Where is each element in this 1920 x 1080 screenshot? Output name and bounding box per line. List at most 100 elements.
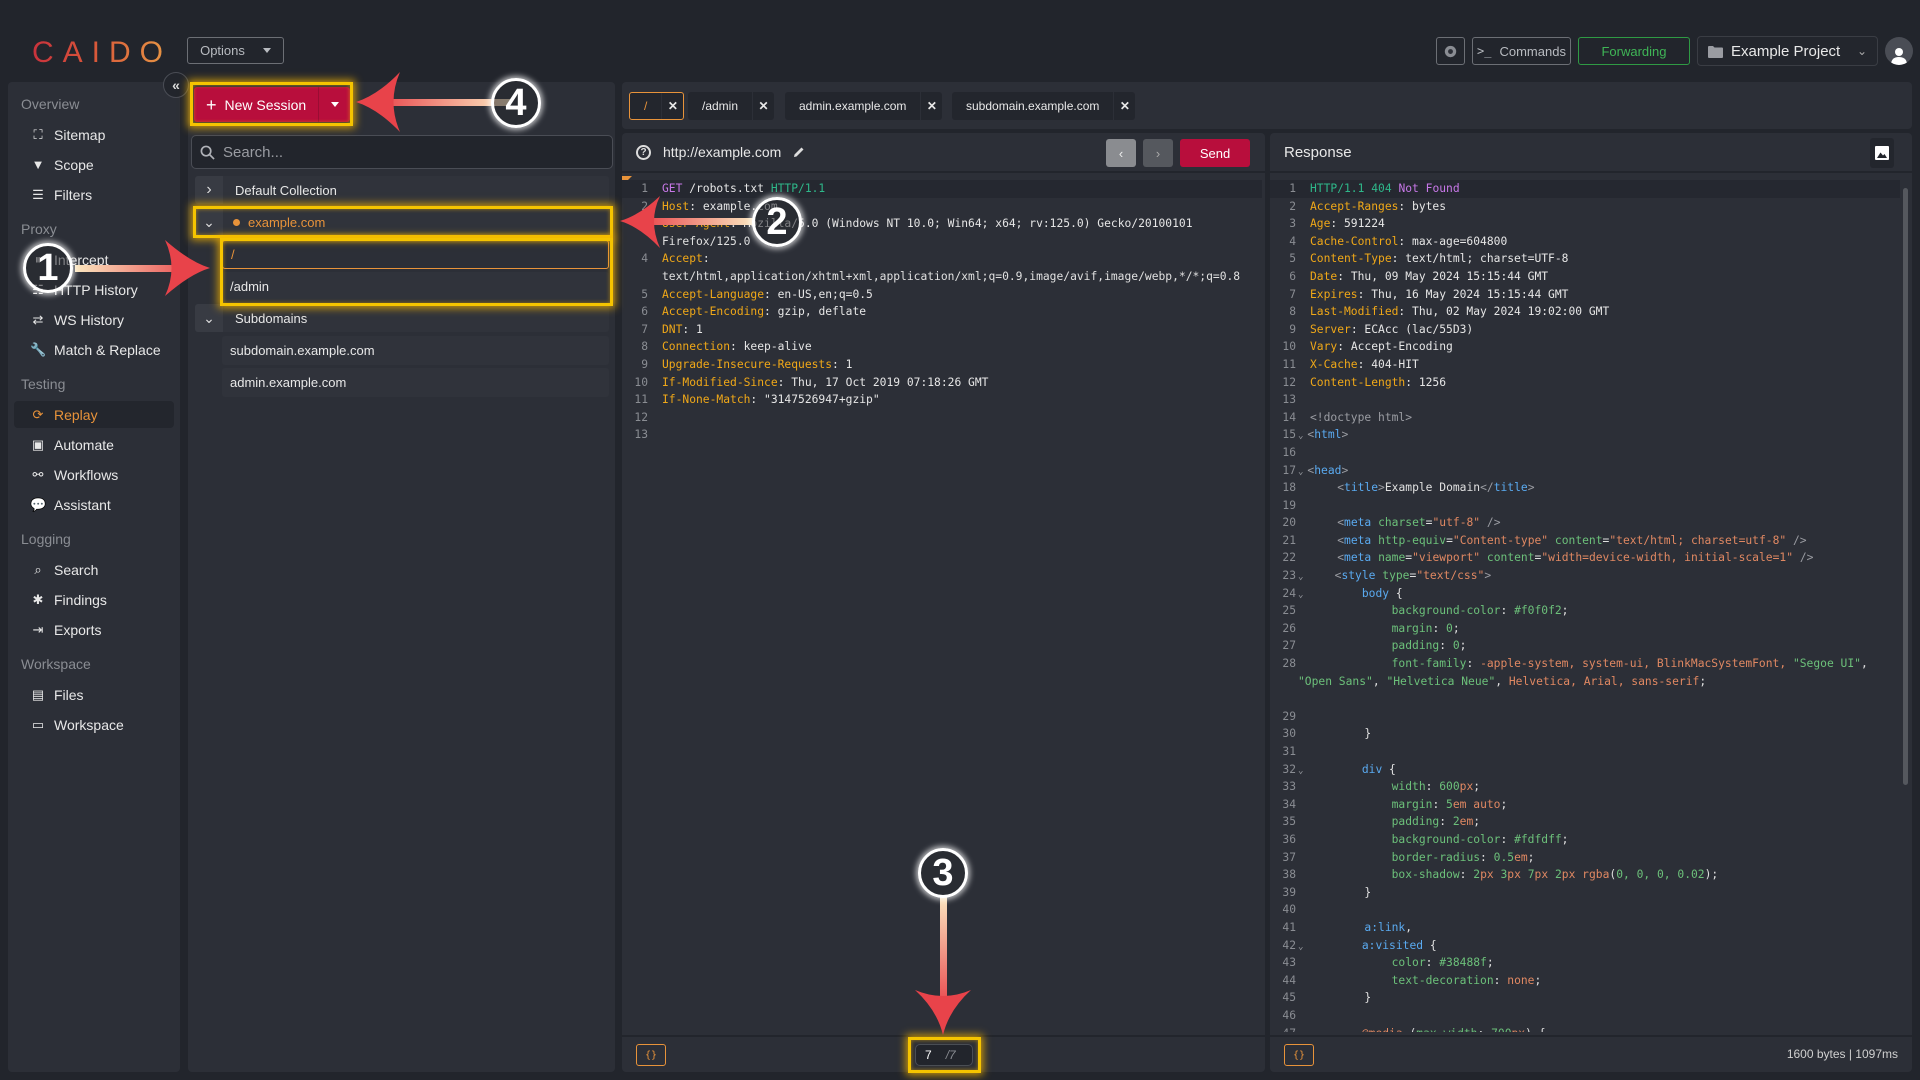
chevron-right-icon[interactable]: › [195, 176, 223, 204]
line-number: 44 [1282, 973, 1296, 987]
pretty-format-button[interactable]: {} [1284, 1044, 1314, 1066]
request-url[interactable]: http://example.com [663, 144, 781, 160]
send-button[interactable]: Send [1180, 139, 1250, 167]
sidebar-item-search[interactable]: ⌕ Search [14, 556, 174, 583]
new-session-main[interactable]: + New Session [194, 87, 318, 122]
header-name: Cache-Control [1310, 234, 1399, 248]
code-line: 26 margin: 0; [1270, 620, 1900, 638]
close-icon[interactable]: ✕ [1113, 92, 1135, 120]
pretty-format-button[interactable]: {} [636, 1044, 666, 1066]
session-search[interactable] [191, 135, 613, 169]
project-selector[interactable]: Example Project ⌄ [1697, 36, 1878, 66]
sidebar-item-ws-history[interactable]: ⇄ WS History [14, 306, 174, 333]
header-name: If-Modified-Since [662, 375, 778, 389]
sidebar-item-assistant[interactable]: 💬 Assistant [14, 491, 174, 518]
pager-current[interactable]: 7 [925, 1048, 932, 1062]
scrollbar-thumb[interactable] [1903, 188, 1908, 785]
fold-chevron-icon[interactable]: ⌄ [1298, 572, 1303, 582]
user-avatar[interactable] [1885, 37, 1913, 65]
search-icon [200, 145, 215, 160]
line-number: 14 [1282, 410, 1296, 424]
code-content: text-decoration: none; [1391, 973, 1542, 987]
fold-chevron-icon[interactable]: ⌄ [1298, 431, 1303, 441]
collection-row[interactable]: › Default Collection [195, 176, 609, 204]
code-line: 40 [1270, 901, 1900, 919]
line-number: 4 [641, 252, 648, 266]
preview-button[interactable] [1870, 138, 1894, 168]
session-item[interactable]: /admin [222, 272, 609, 301]
sidebar-item-match-replace[interactable]: 🔧 Match & Replace [14, 336, 174, 363]
session-item[interactable]: admin.example.com [222, 368, 609, 397]
code-line: 46 [1270, 1007, 1900, 1025]
new-session-button[interactable]: + New Session [194, 87, 350, 122]
sidebar-item-label: Scope [54, 156, 94, 173]
close-icon[interactable]: ✕ [920, 92, 942, 120]
history-prev-button[interactable]: ‹ [1106, 139, 1136, 167]
fold-chevron-icon[interactable]: ⌄ [1298, 942, 1303, 952]
fold-chevron-icon[interactable]: ⌄ [1298, 1030, 1303, 1033]
sidebar-item-sitemap[interactable]: ⛶ Sitemap [14, 121, 174, 148]
history-next-button[interactable]: › [1143, 139, 1173, 167]
code-line: 1 GET /robots.txt HTTP/1.1 [622, 180, 1262, 198]
code-content: margin: 5em auto; [1391, 797, 1508, 811]
session-tab[interactable]: subdomain.example.com ✕ [952, 92, 1136, 120]
sidebar-item-workspace[interactable]: ▭ Workspace [14, 711, 174, 738]
session-search-input[interactable] [223, 143, 583, 161]
history-pager[interactable]: 7 /7 [915, 1044, 973, 1066]
sidebar-item-findings[interactable]: ✱ Findings [14, 586, 174, 613]
code-line: 16 [1270, 444, 1900, 462]
collection-row[interactable]: ⌄ example.com [195, 208, 609, 236]
collapse-sidebar-button[interactable]: « [163, 72, 189, 98]
bug-icon: ✱ [32, 591, 44, 607]
line-number: 2 [1289, 199, 1296, 213]
response-scrollbar[interactable] [1903, 180, 1908, 785]
chevron-down-icon[interactable]: ⌄ [195, 208, 223, 236]
close-icon[interactable]: ✕ [752, 92, 774, 120]
forwarding-toggle[interactable]: Forwarding [1578, 37, 1690, 65]
session-tab[interactable]: / ✕ [629, 92, 685, 120]
new-session-dropdown[interactable] [318, 87, 350, 122]
sidebar-item-scope[interactable]: ▼ Scope [14, 151, 174, 178]
code-content: padding: 0; [1391, 639, 1467, 653]
sidebar-item-files[interactable]: ▤ Files [14, 681, 174, 708]
header-name: Age [1310, 217, 1331, 231]
request-editor[interactable]: 1 GET /robots.txt HTTP/1.1 2 Host: example.… [622, 180, 1262, 444]
header-name: Expires [1310, 287, 1358, 301]
chevron-down-icon[interactable]: ⌄ [195, 304, 223, 332]
header-value: : "3147526947+gzip" [750, 393, 880, 407]
session-tab[interactable]: /admin ✕ [688, 92, 775, 120]
chevron-right-icon: › [1155, 145, 1161, 161]
browser-button[interactable] [1436, 37, 1465, 65]
response-editor[interactable]: 1 HTTP/1.1 404 Not Found 2 Accept-Ranges: b… [1270, 180, 1900, 1032]
help-icon[interactable]: ? [636, 144, 651, 160]
close-icon[interactable]: ✕ [661, 93, 683, 119]
header-name: Host [662, 199, 690, 213]
sidebar-item-workflows[interactable]: ⚯ Workflows [14, 461, 174, 488]
fold-chevron-icon[interactable]: ⌄ [1298, 590, 1303, 600]
session-item[interactable]: subdomain.example.com [222, 336, 609, 365]
line-number: 23 [1282, 569, 1296, 583]
fold-chevron-icon[interactable]: ⌄ [1298, 467, 1303, 477]
line-number: 35 [1282, 815, 1296, 829]
commands-button[interactable]: >_ Commands [1472, 37, 1571, 65]
code-line: 8 Last-Modified: Thu, 02 May 2024 19:02:0… [1270, 303, 1900, 321]
sidebar-item-exports[interactable]: ⇥ Exports [14, 616, 174, 643]
code-line: 5 Content-Type: text/html; charset=UTF-8 [1270, 250, 1900, 268]
code-content: font-family: -apple-system, system-ui, B… [1391, 657, 1868, 671]
sidebar-item-replay[interactable]: ⟳ Replay [14, 401, 174, 428]
folder-icon [1708, 45, 1723, 58]
session-tab[interactable]: admin.example.com ✕ [785, 92, 943, 120]
fold-chevron-icon[interactable]: ⌄ [1298, 766, 1303, 776]
collection-label-wrap: Subdomains [223, 311, 307, 326]
code-line: 7 DNT: 1 [622, 321, 1262, 339]
collection-row[interactable]: ⌄ Subdomains [195, 304, 609, 332]
header-value: : Accept-Encoding [1337, 340, 1453, 354]
sidebar-item-automate[interactable]: ▣ Automate [14, 431, 174, 458]
code-line: 39 } [1270, 884, 1900, 902]
header-name: If-None-Match [662, 393, 751, 407]
pencil-icon[interactable] [793, 146, 805, 158]
sidebar-item-filters[interactable]: ☰ Filters [14, 181, 174, 208]
code-line: 4 Accept: [622, 250, 1262, 268]
session-item[interactable]: / [222, 240, 609, 269]
options-dropdown[interactable]: Options [187, 37, 284, 64]
